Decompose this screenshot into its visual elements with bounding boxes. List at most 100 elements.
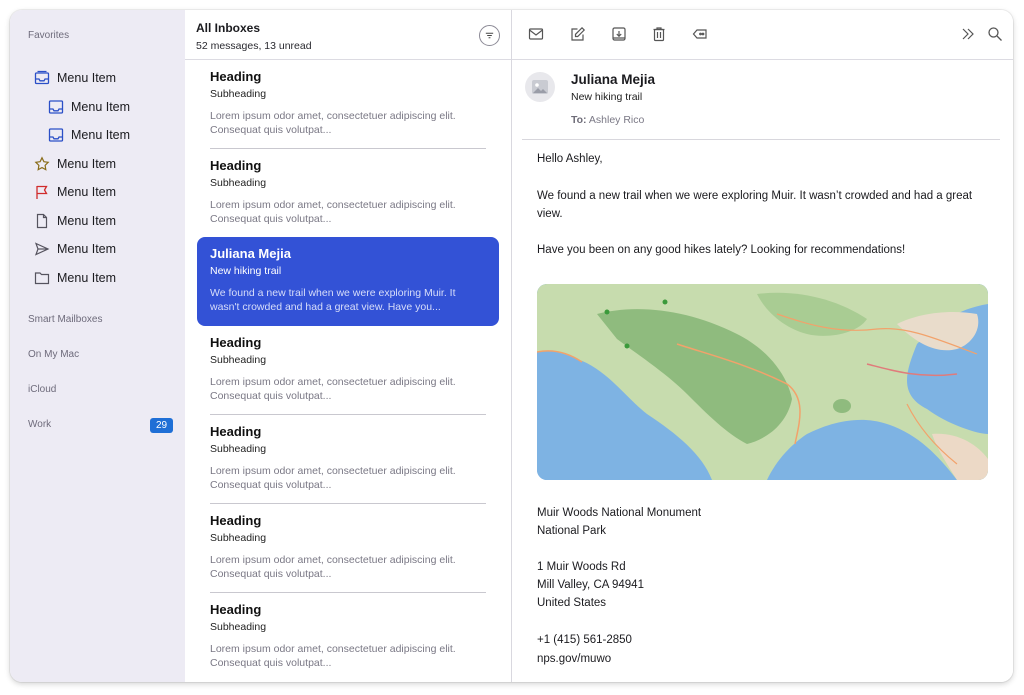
message-heading: Heading — [210, 69, 262, 84]
image-placeholder-icon — [532, 80, 548, 94]
sidebar-item-starred[interactable]: Menu Item — [34, 153, 116, 175]
star-icon — [34, 156, 50, 172]
favorites-title: Favorites — [28, 30, 70, 41]
archive-icon — [612, 27, 626, 41]
email-paragraph: We found a new trail when we were explor… — [537, 190, 973, 220]
sidebar-item-sent[interactable]: Menu Item — [34, 238, 116, 260]
message-preview: Lorem ipsum odor amet, consectetuer adip… — [210, 376, 456, 402]
message-preview: Lorem ipsum odor amet, consectetuer adip… — [210, 554, 456, 580]
sidebar-item-flagged[interactable]: Menu Item — [34, 181, 116, 203]
message-preview: Lorem ipsum odor amet, consectetuer adip… — [210, 643, 456, 669]
message-subheading: Subheading — [210, 443, 267, 455]
section-icloud[interactable]: iCloud — [28, 384, 56, 395]
envelope-icon — [528, 28, 544, 40]
work-unread-badge: 29 — [150, 418, 173, 433]
chevron-double-right-icon — [962, 28, 974, 40]
message-row[interactable]: Heading Subheading Lorem ipsum odor amet… — [197, 60, 499, 149]
reading-pane: Juliana Mejia New hiking trail To: Ashle… — [512, 10, 1013, 682]
sidebar-item-label: Menu Item — [57, 271, 117, 285]
message-row[interactable]: Heading Subheading Lorem ipsum odor amet… — [197, 326, 499, 415]
filter-button[interactable] — [479, 25, 500, 46]
sidebar-item-inbox-1[interactable]: Menu Item — [48, 96, 130, 118]
message-subheading: Subheading — [210, 532, 267, 544]
to-label: To: — [571, 114, 587, 126]
message-subheading: Subheading — [210, 177, 267, 189]
archive-button[interactable] — [610, 25, 628, 43]
message-row-selected[interactable]: Juliana Mejia New hiking trail We found … — [197, 237, 499, 326]
message-list-pane: All Inboxes 52 messages, 13 unread Headi… — [185, 10, 512, 682]
message-preview: We found a new trail when we were explor… — [210, 287, 456, 313]
mail-window: Favorites Menu Item Menu Item Menu Item … — [10, 10, 1013, 682]
message-subheading: New hiking trail — [210, 265, 282, 277]
message-heading: Juliana Mejia — [210, 246, 291, 261]
message-row[interactable]: Heading Subheading Lorem ipsum odor amet… — [197, 149, 499, 238]
sidebar: Favorites Menu Item Menu Item Menu Item … — [10, 10, 185, 682]
junk-button[interactable] — [691, 25, 709, 43]
header-divider — [522, 139, 1000, 140]
section-on-my-mac[interactable]: On My Mac — [28, 349, 79, 360]
sidebar-item-label: Menu Item — [71, 128, 131, 142]
message-toolbar — [512, 10, 1013, 60]
send-icon — [34, 241, 50, 257]
email-paragraph: Have you been on any good hikes lately? … — [537, 244, 906, 256]
sidebar-item-drafts[interactable]: Menu Item — [34, 210, 116, 232]
sidebar-item-folder[interactable]: Menu Item — [34, 267, 116, 289]
message-subheading: Subheading — [210, 354, 267, 366]
search-button[interactable] — [986, 25, 1004, 43]
address-line: United States — [537, 597, 607, 609]
sidebar-item-label: Menu Item — [57, 242, 117, 256]
message-preview: Lorem ipsum odor amet, consectetuer adip… — [210, 110, 456, 136]
trash-icon — [653, 27, 665, 42]
place-type: National Park — [537, 525, 607, 537]
sidebar-item-label: Menu Item — [57, 214, 117, 228]
sidebar-item-all-inboxes[interactable]: Menu Item — [34, 67, 116, 89]
section-smart-mailboxes[interactable]: Smart Mailboxes — [28, 314, 102, 325]
sidebar-item-inbox-2[interactable]: Menu Item — [48, 124, 130, 146]
section-work[interactable]: Work — [28, 419, 51, 430]
inbox-icon — [48, 99, 64, 115]
phone-number[interactable]: +1 (415) 561-2850 — [537, 631, 992, 649]
avatar — [525, 72, 555, 102]
email-greeting: Hello Ashley, — [537, 153, 603, 165]
folder-icon — [34, 270, 50, 286]
message-row[interactable]: Heading Subheading Lorem ipsum odor amet… — [197, 415, 499, 504]
document-icon — [34, 213, 50, 229]
recipient-name[interactable]: Ashley Rico — [589, 114, 644, 126]
mailbox-title: All Inboxes — [196, 21, 261, 35]
message-subheading: Subheading — [210, 88, 267, 100]
sidebar-item-label: Menu Item — [71, 100, 131, 114]
sidebar-item-label: Menu Item — [57, 185, 117, 199]
flag-icon — [34, 184, 50, 200]
message-heading: Heading — [210, 602, 262, 617]
search-icon — [988, 27, 1002, 41]
inbox-icon — [48, 127, 64, 143]
message-heading: Heading — [210, 158, 262, 173]
compose-icon — [571, 26, 586, 41]
website-link[interactable]: nps.gov/muwo — [537, 650, 992, 668]
message-heading: Heading — [210, 513, 262, 528]
inbox-stack-icon — [34, 70, 50, 86]
message-heading: Heading — [210, 335, 262, 350]
tag-icon — [692, 29, 707, 39]
email-subject: New hiking trail — [571, 91, 643, 103]
delete-button[interactable] — [650, 25, 668, 43]
place-name: Muir Woods National Monument — [537, 507, 702, 519]
sidebar-item-label: Menu Item — [57, 71, 117, 85]
sidebar-item-label: Menu Item — [57, 157, 117, 171]
map-image[interactable] — [537, 284, 988, 480]
more-button[interactable] — [959, 25, 977, 43]
filter-icon — [485, 32, 494, 39]
get-mail-button[interactable] — [527, 25, 545, 43]
recipient-line: To: Ashley Rico — [571, 114, 644, 126]
sender-name: Juliana Mejia — [571, 72, 656, 87]
message-subheading: Subheading — [210, 621, 267, 633]
mailbox-count: 52 messages, 13 unread — [196, 40, 312, 52]
address-line: 1 Muir Woods Rd — [537, 561, 626, 573]
message-heading: Heading — [210, 424, 262, 439]
compose-button[interactable] — [569, 25, 587, 43]
message-preview: Lorem ipsum odor amet, consectetuer adip… — [210, 465, 456, 491]
message-list-header: All Inboxes 52 messages, 13 unread — [185, 10, 511, 60]
address-line: Mill Valley, CA 94941 — [537, 579, 644, 591]
message-row[interactable]: Heading Subheading Lorem ipsum odor amet… — [197, 504, 499, 593]
message-row[interactable]: Heading Subheading Lorem ipsum odor amet… — [197, 593, 499, 682]
